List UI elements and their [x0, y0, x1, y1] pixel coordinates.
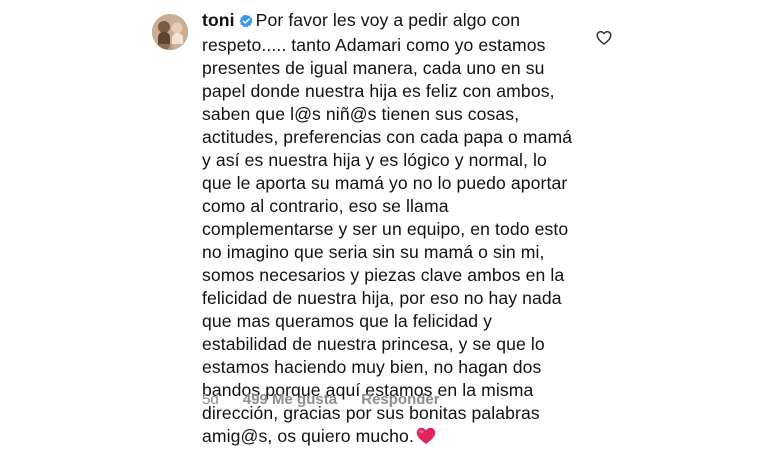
comment-line: que le aporta su mamá yo no lo puedo apo… [202, 173, 568, 193]
comment-line: presentes de igual manera, cada uno en s… [202, 58, 545, 78]
red-heart-icon [416, 427, 436, 451]
comment-line: estabilidad de nuestra princesa, y se qu… [202, 334, 545, 354]
comment-line: estamos haciendo muy bien, no hagan dos [202, 357, 542, 377]
comment: toni Por favor les voy a pedir algo con r… [0, 0, 760, 446]
comment-meta: 5d 499 Me gusta Responder [202, 391, 460, 408]
comment-line: somos necesarios y piezas clave ambos en… [202, 265, 565, 285]
reply-button[interactable]: Responder [361, 391, 439, 408]
heart-outline-icon[interactable] [596, 30, 612, 46]
comment-line: actitudes, preferencias con cada papa o … [202, 127, 573, 147]
verified-badge-icon [239, 11, 253, 34]
comment-line: complementarse y ser un equipo, en todo … [202, 219, 569, 239]
comment-line: amig@s, os quiero mucho. [202, 425, 672, 451]
comment-body: toni Por favor les voy a pedir algo con r… [202, 9, 672, 451]
comment-line: saben que l@s niñ@s tienen sus cosas, [202, 104, 520, 124]
comment-line: y así es nuestra hija y es lógico y norm… [202, 150, 547, 170]
likes-count-button[interactable]: 499 Me gusta [243, 391, 337, 408]
username[interactable]: toni [202, 10, 235, 30]
comment-line: papel donde nuestra hija es feliz con am… [202, 81, 555, 101]
comment-text: Por favor les voy a pedir algo con [255, 10, 521, 30]
avatar-image [152, 14, 188, 50]
comment-line: felicidad de nuestra hija, por eso no ha… [202, 288, 562, 308]
comment-line: como al contrario, eso se llama [202, 196, 449, 216]
comment-line: que mas queramos que la felicidad y [202, 311, 493, 331]
comment-text: amig@s, os quiero mucho. [202, 426, 414, 446]
comment-line: no imagino que seria sin su mamá o sin m… [202, 242, 545, 262]
comment-age: 5d [202, 391, 219, 408]
avatar[interactable] [152, 14, 188, 50]
